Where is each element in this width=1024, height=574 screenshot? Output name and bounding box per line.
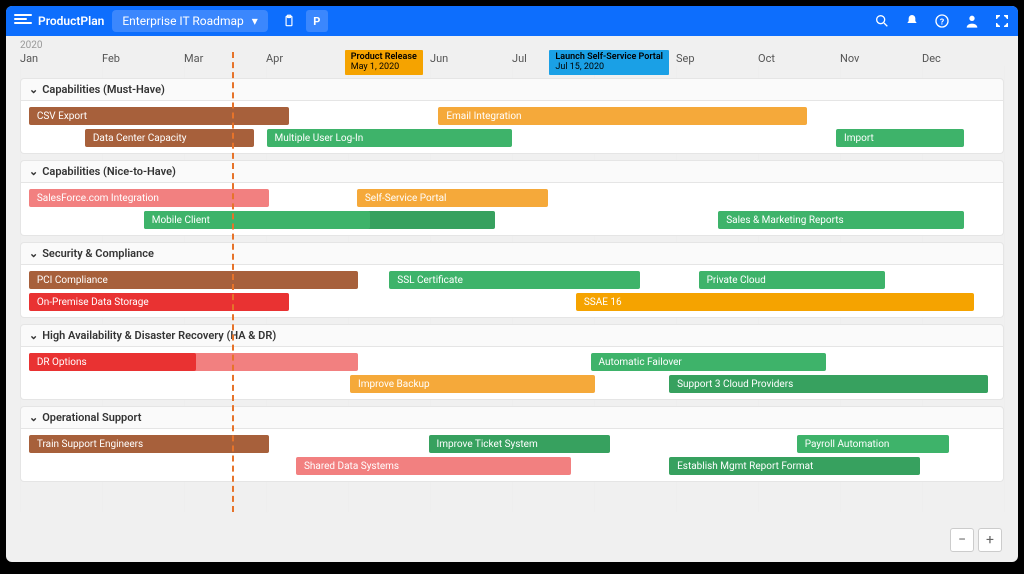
lane-row: Mobile Client Sales & Marketing Reports: [21, 209, 1003, 231]
roadmap-selector[interactable]: Enterprise IT Roadmap ▾: [112, 10, 267, 32]
roadmap-bar[interactable]: Email Integration: [438, 107, 806, 125]
roadmap-bar[interactable]: Establish Mgmt Report Format: [669, 457, 919, 475]
roadmap-bar[interactable]: Automatic Failover: [591, 353, 827, 371]
lane-row: PCI Compliance SSL Certificate Private Clo…: [21, 269, 1003, 291]
chevron-down-icon: ⌄: [29, 411, 38, 424]
chevron-down-icon: ⌄: [29, 247, 38, 260]
section-body: SalesForce.com IntegrationSelf-Service P…: [20, 183, 1004, 236]
fullscreen-icon[interactable]: [994, 13, 1010, 29]
month-axis: JanFebMarAprMJunJulAugSepOctNovDec: [20, 52, 1004, 66]
month-label: Feb: [102, 52, 184, 66]
lane-row: Improve Backup Support 3 Cloud Providers: [21, 373, 1003, 395]
search-icon[interactable]: [874, 13, 890, 29]
brand-name: ProductPlan: [38, 14, 104, 28]
roadmap-bar[interactable]: Self-Service Portal: [357, 189, 548, 207]
zoom-out-button[interactable]: −: [950, 528, 974, 552]
zoom-controls: − +: [950, 528, 1002, 552]
roadmap-bar[interactable]: PCI Compliance: [29, 271, 358, 289]
section-body: CSV Export Email Integration Data Center C…: [20, 101, 1004, 154]
section-header[interactable]: ⌄High Availability & Disaster Recovery (…: [20, 324, 1004, 347]
section-header[interactable]: ⌄Capabilities (Nice-to-Have): [20, 160, 1004, 183]
svg-text:?: ?: [940, 17, 944, 27]
month-label: Jan: [20, 52, 102, 66]
zoom-in-button[interactable]: +: [978, 528, 1002, 552]
section-header[interactable]: ⌄Capabilities (Must-Have): [20, 78, 1004, 101]
lane-row: Shared Data Systems Establish Mgmt Report…: [21, 455, 1003, 477]
section-header[interactable]: ⌄Security & Compliance: [20, 242, 1004, 265]
month-label: Sep: [676, 52, 758, 66]
clipboard-icon[interactable]: [278, 10, 300, 32]
year-label: 2020: [20, 40, 42, 51]
roadmap-bar[interactable]: Shared Data Systems: [296, 457, 571, 475]
lane-row: SalesForce.com IntegrationSelf-Service P…: [21, 187, 1003, 209]
lane-row: CSV Export Email Integration: [21, 105, 1003, 127]
timeline[interactable]: 2020 JanFebMarAprMJunJulAugSepOctNovDec …: [6, 36, 1018, 562]
brand: ProductPlan: [14, 14, 104, 28]
lanes: ⌄Capabilities (Must-Have) CSV Export Email…: [20, 72, 1004, 482]
milestone-marker[interactable]: Launch Self-Service PortalJul 15, 2020: [549, 50, 669, 75]
help-icon[interactable]: ?: [934, 13, 950, 29]
milestone-marker[interactable]: Product ReleaseMay 1, 2020: [345, 50, 423, 75]
month-label: Apr: [266, 52, 348, 66]
month-label: Dec: [922, 52, 1004, 66]
roadmap-bar[interactable]: SSAE 16: [576, 293, 974, 311]
parking-icon[interactable]: P: [306, 10, 328, 32]
user-icon[interactable]: [964, 13, 980, 29]
roadmap-name: Enterprise IT Roadmap: [122, 14, 243, 28]
section-body: DR Options Automatic Failover Improve Back…: [20, 347, 1004, 400]
roadmap-bar[interactable]: Support 3 Cloud Providers: [669, 375, 988, 393]
lane-row: On-Premise Data Storage SSAE 16: [21, 291, 1003, 313]
roadmap-bar[interactable]: On-Premise Data Storage: [29, 293, 289, 311]
lane-row: Data Center Capacity Multiple User Log-In…: [21, 127, 1003, 149]
today-line: [232, 52, 234, 512]
lane-row: DR Options Automatic Failover: [21, 351, 1003, 373]
section-body: PCI Compliance SSL Certificate Private Clo…: [20, 265, 1004, 318]
roadmap-bar[interactable]: Data Center Capacity: [85, 129, 254, 147]
roadmap-bar[interactable]: DR Options: [29, 353, 196, 371]
month-label: Nov: [840, 52, 922, 66]
roadmap-bar[interactable]: Import: [836, 129, 964, 147]
brand-icon: [14, 14, 32, 28]
roadmap-bar[interactable]: Payroll Automation: [797, 435, 949, 453]
chevron-down-icon: ⌄: [29, 329, 38, 342]
roadmap-bar[interactable]: Mobile Client: [144, 211, 370, 229]
lane-row: Train Support EngineersImprove Ticket Sy…: [21, 433, 1003, 455]
chevron-down-icon: ⌄: [29, 83, 38, 96]
chevron-down-icon: ⌄: [29, 165, 38, 178]
roadmap-bar[interactable]: Private Cloud: [699, 271, 886, 289]
month-label: Mar: [184, 52, 266, 66]
month-label: Jun: [430, 52, 512, 66]
section-header[interactable]: ⌄Operational Support: [20, 406, 1004, 429]
roadmap-bar[interactable]: SSL Certificate: [389, 271, 639, 289]
toolbar-right: ?: [874, 13, 1010, 29]
topbar: ProductPlan Enterprise IT Roadmap ▾ P ?: [6, 6, 1018, 36]
section-body: Train Support EngineersImprove Ticket Sy…: [20, 429, 1004, 482]
roadmap-bar[interactable]: CSV Export: [29, 107, 289, 125]
chevron-down-icon: ▾: [252, 14, 258, 28]
roadmap-bar[interactable]: Multiple User Log-In: [267, 129, 513, 147]
roadmap-bar[interactable]: Improve Ticket System: [429, 435, 611, 453]
month-label: Oct: [758, 52, 840, 66]
roadmap-bar[interactable]: Sales & Marketing Reports: [718, 211, 964, 229]
bell-icon[interactable]: [904, 13, 920, 29]
roadmap-bar[interactable]: Improve Backup: [350, 375, 596, 393]
